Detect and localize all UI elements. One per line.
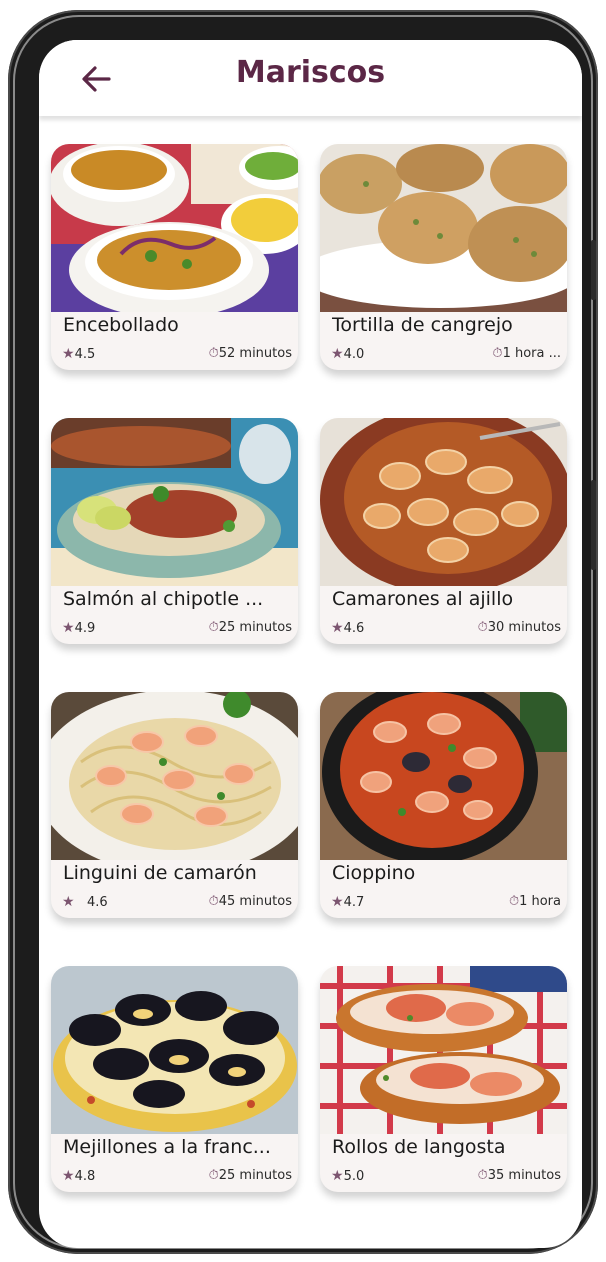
cook-time-value: 25 minutos — [218, 1168, 292, 1183]
recipe-meta: ★4.9 ⏱25 minutos — [62, 620, 292, 638]
star-icon: ★ — [331, 620, 344, 636]
recipe-name: Rollos de langosta — [332, 1136, 506, 1158]
cook-time: ⏱25 minutos — [209, 1168, 292, 1183]
timer-icon: ⏱ — [208, 1168, 219, 1183]
power-button — [591, 480, 596, 570]
timer-icon: ⏱ — [477, 1168, 488, 1183]
rating: ★5.0 — [331, 1168, 364, 1184]
cook-time: ⏱1 hora — [509, 894, 561, 909]
recipe-name: Camarones al ajillo — [332, 588, 514, 610]
rating: ★4.7 — [331, 894, 364, 910]
mussels-photo — [51, 966, 298, 1134]
recipe-name: Cioppino — [332, 862, 416, 884]
cook-time-value: 25 minutos — [218, 620, 292, 635]
recipe-meta: ★4.0 ⏱1 hora ... — [331, 346, 561, 364]
rating-value: 4.9 — [74, 621, 96, 636]
cook-time-value: 45 minutos — [218, 894, 292, 909]
lobster-rolls-photo — [320, 966, 567, 1134]
rating-value: 4.0 — [343, 347, 365, 362]
recipe-card[interactable]: Cioppino ★4.7 ⏱1 hora — [320, 692, 567, 918]
rating: ★4.8 — [62, 1168, 95, 1184]
rating-value: 4.5 — [74, 347, 96, 362]
cook-time-value: 30 minutos — [487, 620, 561, 635]
recipe-meta: ★ 4.6 ⏱45 minutos — [62, 894, 292, 912]
rating-value: 4.6 — [343, 621, 365, 636]
rating: ★4.6 — [331, 620, 364, 636]
star-icon: ★ — [331, 894, 344, 910]
recipe-meta: ★4.6 ⏱30 minutos — [331, 620, 561, 638]
timer-icon: ⏱ — [477, 620, 488, 635]
rating: ★4.9 — [62, 620, 95, 636]
recipe-meta: ★4.5 ⏱52 minutos — [62, 346, 292, 364]
salmon-bowl-photo — [51, 418, 298, 586]
recipe-meta: ★4.8 ⏱25 minutos — [62, 1168, 292, 1186]
recipe-name: Mejillones a la franc... — [63, 1136, 271, 1158]
timer-icon: ⏱ — [492, 346, 503, 361]
recipe-card[interactable]: Tortilla de cangrejo ★4.0 ⏱1 hora ... — [320, 144, 567, 370]
star-icon: ★ — [331, 346, 344, 362]
rating: ★ 4.6 — [62, 894, 108, 910]
rating: ★4.5 — [62, 346, 95, 362]
shrimp-linguini-photo — [51, 692, 298, 860]
rating: ★4.0 — [331, 346, 364, 362]
recipe-name: Linguini de camarón — [63, 862, 257, 884]
timer-icon: ⏱ — [508, 894, 520, 909]
recipe-meta: ★4.7 ⏱1 hora — [331, 894, 561, 912]
cioppino-photo — [320, 692, 567, 860]
recipe-card[interactable]: Linguini de camarón ★ 4.6 ⏱45 minutos — [51, 692, 298, 918]
recipe-card[interactable]: Rollos de langosta ★5.0 ⏱35 minutos — [320, 966, 567, 1192]
recipe-name: Salmón al chipotle ... — [63, 588, 264, 610]
recipe-name: Encebollado — [63, 314, 179, 336]
cook-time: ⏱52 minutos — [209, 346, 292, 361]
encebollado-photo — [51, 144, 298, 312]
cook-time-value: 1 hora ... — [502, 346, 561, 361]
rating-value: 4.6 — [86, 895, 108, 910]
cook-time-value: 52 minutos — [218, 346, 292, 361]
app-screen: Mariscos Encebollado ★4.5 ⏱52 minutos To… — [39, 40, 582, 1248]
page-title: Mariscos — [235, 55, 386, 90]
timer-icon: ⏱ — [208, 894, 219, 909]
cook-time: ⏱45 minutos — [209, 894, 292, 909]
recipe-card[interactable]: Encebollado ★4.5 ⏱52 minutos — [51, 144, 298, 370]
recipe-card[interactable]: Salmón al chipotle ... ★4.9 ⏱25 minutos — [51, 418, 298, 644]
cook-time: ⏱35 minutos — [478, 1168, 561, 1183]
timer-icon: ⏱ — [208, 620, 219, 635]
app-bar: Mariscos — [39, 40, 582, 116]
star-icon: ★ — [62, 346, 75, 362]
star-icon: ★ — [62, 620, 75, 636]
star-icon: ★ — [331, 1168, 344, 1184]
recipe-meta: ★5.0 ⏱35 minutos — [331, 1168, 561, 1186]
star-icon: ★ — [62, 894, 75, 910]
crab-cakes-photo — [320, 144, 567, 312]
recipe-card[interactable]: Mejillones a la franc... ★4.8 ⏱25 minuto… — [51, 966, 298, 1192]
cook-time-value: 1 hora — [519, 894, 561, 909]
star-icon: ★ — [62, 1168, 75, 1184]
cook-time: ⏱1 hora ... — [492, 346, 561, 361]
recipe-name: Tortilla de cangrejo — [332, 314, 513, 336]
timer-icon: ⏱ — [208, 346, 219, 361]
cook-time-value: 35 minutos — [487, 1168, 561, 1183]
garlic-shrimp-photo — [320, 418, 567, 586]
cook-time: ⏱30 minutos — [478, 620, 561, 635]
volume-button — [591, 240, 596, 300]
recipe-card[interactable]: Camarones al ajillo ★4.6 ⏱30 minutos — [320, 418, 567, 644]
cook-time: ⏱25 minutos — [209, 620, 292, 635]
rating-value: 5.0 — [343, 1169, 365, 1184]
rating-value: 4.8 — [74, 1169, 96, 1184]
rating-value: 4.7 — [343, 895, 365, 910]
